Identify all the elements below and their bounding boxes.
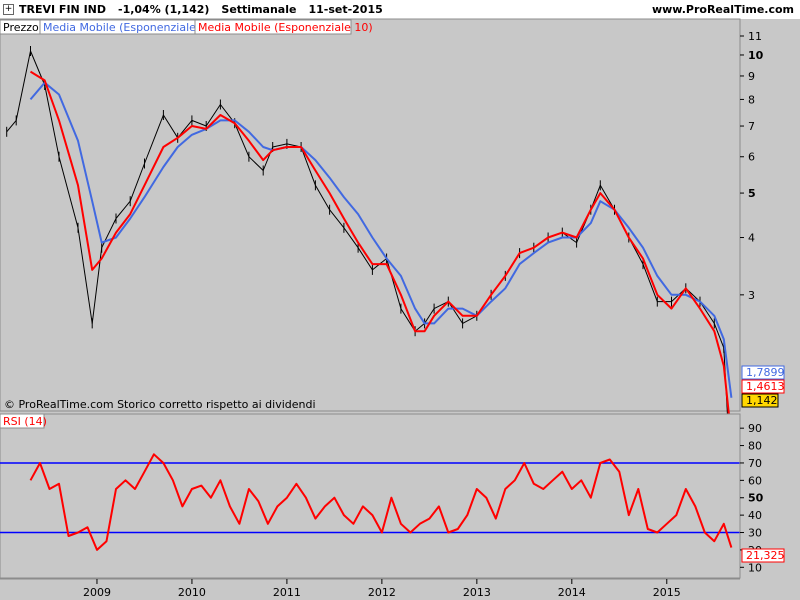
price-tick-label: 4 bbox=[748, 232, 755, 245]
rsi-panel bbox=[0, 413, 741, 579]
time-tick-label: 2014 bbox=[558, 586, 586, 599]
time-tick-label: 2011 bbox=[273, 586, 301, 599]
chart-window: + TREVI FIN IND -1,04% (1,142) Settimana… bbox=[0, 0, 800, 600]
badge-last-text: 1,142 bbox=[746, 394, 778, 407]
rsi-tick-label: 80 bbox=[748, 440, 762, 453]
rsi-tick-label: 50 bbox=[748, 492, 764, 505]
price-tick-label: 9 bbox=[748, 70, 755, 83]
rsi-tick-label: 90 bbox=[748, 422, 762, 435]
rsi-tick-label: 60 bbox=[748, 474, 762, 487]
legend-price: Prezzo bbox=[3, 21, 39, 34]
time-tick-label: 2009 bbox=[83, 586, 111, 599]
time-tick-label: 2015 bbox=[653, 586, 681, 599]
rsi-tick-label: 30 bbox=[748, 527, 762, 540]
badge-rsi: 21,325 bbox=[741, 548, 785, 563]
badge-ma20-text: 1,7899 bbox=[746, 366, 785, 379]
legend-ma20: Media Mobile (Esponenziale 20) bbox=[43, 21, 218, 34]
chart-canvas[interactable]: Prezzo Media Mobile (Esponenziale 20) Me… bbox=[0, 0, 800, 600]
legend-ma10: Media Mobile (Esponenziale 10) bbox=[198, 21, 373, 34]
time-axis: 2009 2010 2011 2012 2013 2014 2015 bbox=[0, 578, 740, 599]
legend-rsi: RSI (14) bbox=[3, 415, 47, 428]
time-tick-label: 2013 bbox=[463, 586, 491, 599]
price-tick-label: 10 bbox=[748, 49, 764, 62]
price-axis: 3 4 5 6 7 8 9 10 11 bbox=[739, 19, 764, 411]
price-panel bbox=[0, 18, 741, 412]
badge-ma10: 1,4613 bbox=[741, 379, 785, 394]
rsi-tick-label: 70 bbox=[748, 457, 762, 470]
price-tick-label: 7 bbox=[748, 120, 755, 133]
footnote: © ProRealTime.com Storico corretto rispe… bbox=[4, 398, 316, 411]
badge-last: 1,142 bbox=[741, 393, 779, 408]
price-tick-label: 3 bbox=[748, 289, 755, 302]
price-tick-label: 8 bbox=[748, 93, 755, 106]
rsi-tick-label: 40 bbox=[748, 509, 762, 522]
rsi-tick-label: 10 bbox=[748, 561, 762, 574]
badge-ma20: 1,7899 bbox=[741, 365, 785, 380]
badge-rsi-text: 21,325 bbox=[746, 549, 785, 562]
time-tick-label: 2012 bbox=[368, 586, 396, 599]
price-tick-label: 5 bbox=[748, 187, 756, 200]
price-tick-label: 11 bbox=[748, 30, 762, 43]
price-tick-label: 6 bbox=[748, 151, 755, 164]
badge-ma10-text: 1,4613 bbox=[746, 380, 785, 393]
time-tick-label: 2010 bbox=[178, 586, 206, 599]
